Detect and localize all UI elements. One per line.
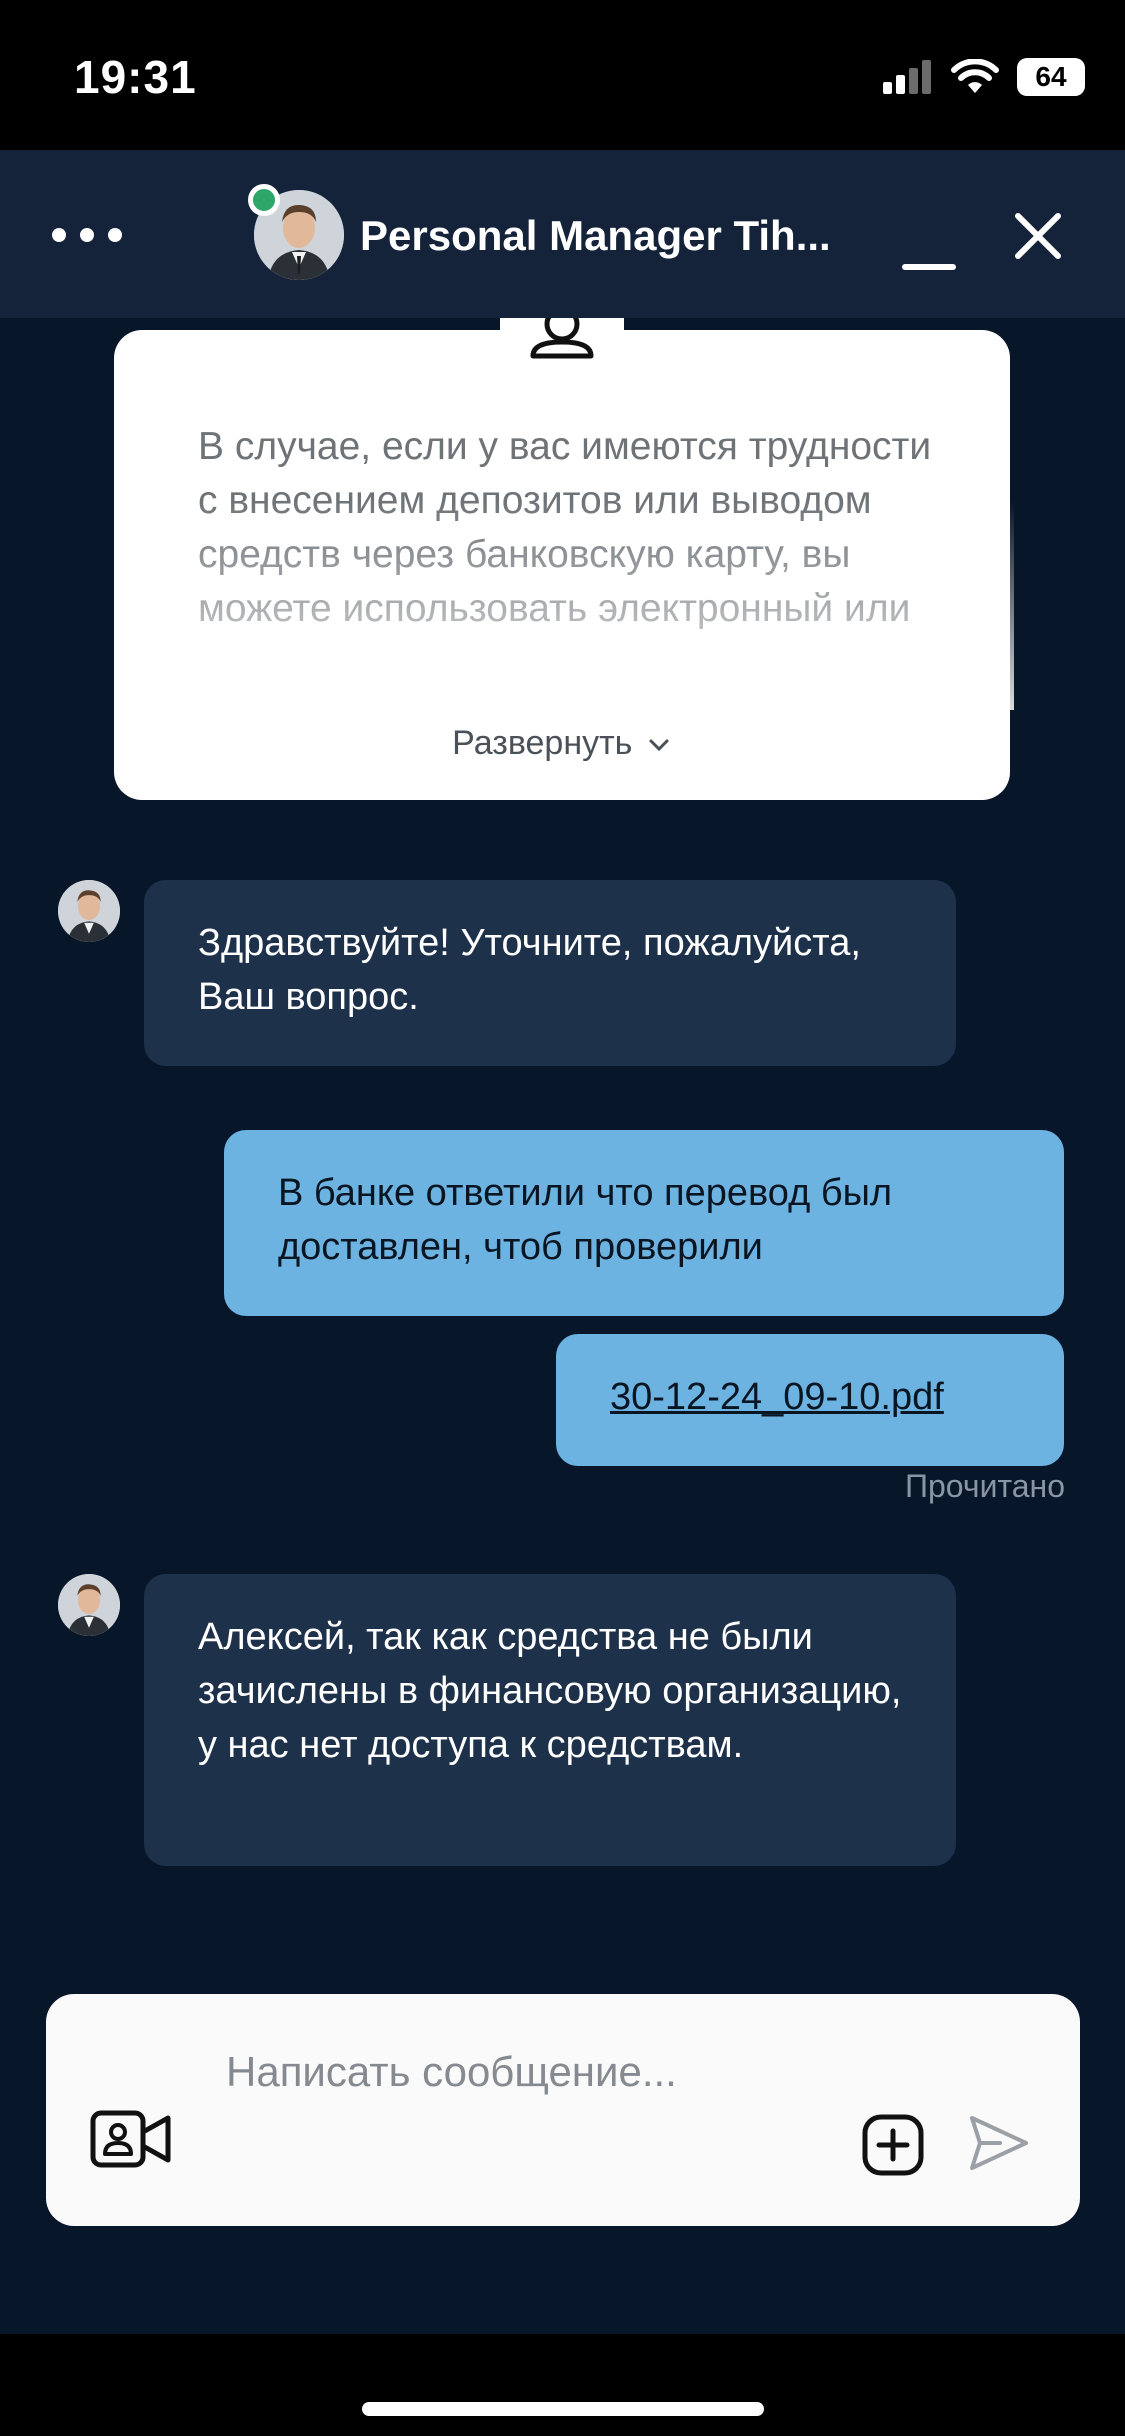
message-text: Здравствуйте! Уточните, пожалуйста, Ваш …	[198, 922, 861, 1018]
video-call-icon[interactable]	[90, 2110, 172, 2168]
cellular-signal-icon	[883, 60, 931, 94]
expand-label: Развернуть	[452, 724, 633, 762]
message-text: В банке ответили что перевод был доставл…	[278, 1172, 893, 1268]
file-link[interactable]: 30-12-24_09-10.pdf	[610, 1376, 944, 1418]
message-file[interactable]: 30-12-24_09-10.pdf	[556, 1334, 1064, 1466]
wifi-icon	[951, 59, 999, 93]
online-status-dot	[248, 184, 280, 216]
chat-title: Personal Manager Tih...	[360, 212, 831, 259]
manager-avatar-small	[58, 1574, 120, 1636]
chat-area[interactable]: В случае, если у вас имеются трудности с…	[0, 318, 1125, 2334]
message-composer	[46, 1994, 1080, 2226]
status-bar: 19:31 64	[0, 0, 1125, 150]
manager-avatar-small	[58, 880, 120, 942]
home-indicator[interactable]	[362, 2402, 764, 2416]
message-outgoing: В банке ответили что перевод был доставл…	[224, 1130, 1064, 1316]
send-icon[interactable]	[966, 2110, 1032, 2176]
status-time: 19:31	[74, 51, 197, 103]
chevron-down-icon	[649, 739, 669, 752]
read-status: Прочитано	[905, 1468, 1065, 1504]
battery-icon: 64	[1017, 58, 1085, 96]
message-text: Алексей, так как средства не были зачисл…	[198, 1616, 902, 1766]
info-card: В случае, если у вас имеются трудности с…	[114, 318, 1014, 800]
message-incoming: Алексей, так как средства не были зачисл…	[144, 1574, 956, 1866]
message-input[interactable]	[226, 2036, 866, 2186]
add-attachment-icon[interactable]	[862, 2114, 924, 2176]
text-fade	[114, 500, 1014, 710]
status-icons: 64	[883, 58, 1085, 96]
message-incoming: Здравствуйте! Уточните, пожалуйста, Ваш …	[144, 880, 956, 1066]
close-icon[interactable]	[1010, 208, 1066, 264]
more-dots-icon[interactable]	[52, 210, 122, 260]
minimize-icon[interactable]	[902, 220, 956, 270]
expand-button[interactable]: Развернуть	[114, 724, 1010, 763]
chat-header: Personal Manager Tih...	[0, 150, 1125, 318]
user-icon	[500, 318, 624, 359]
bottom-bar	[0, 2334, 1125, 2436]
